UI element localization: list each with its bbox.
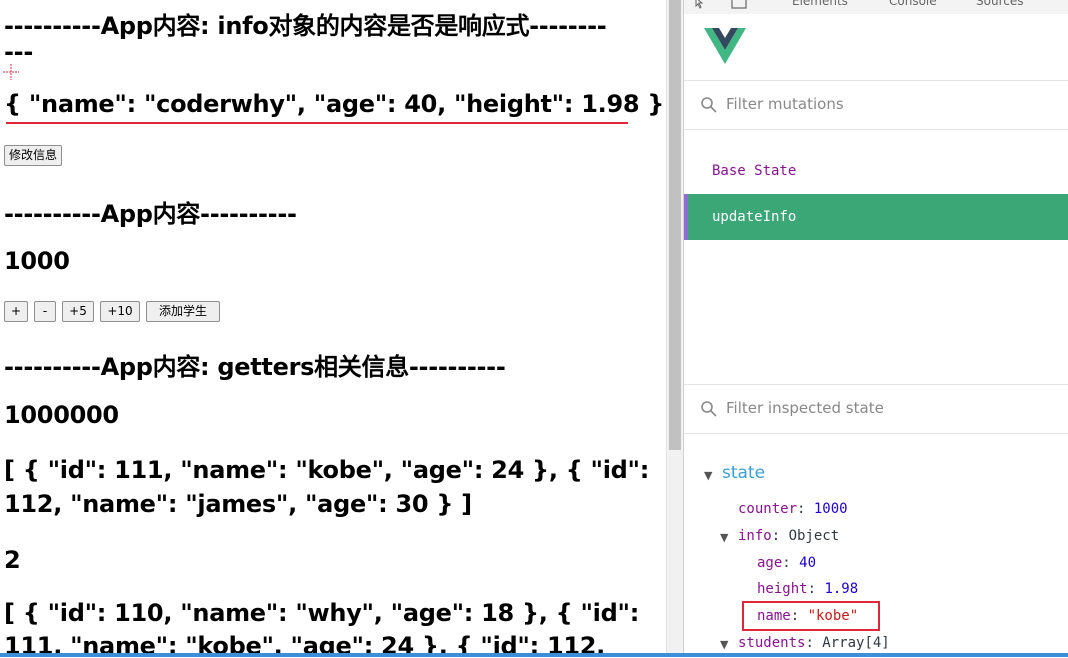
modify-info-button[interactable]: 修改信息	[4, 145, 63, 166]
page-scrollbar[interactable]	[666, 0, 683, 657]
search-icon	[701, 401, 717, 417]
state-counter-row[interactable]: counter: 1000	[738, 501, 848, 517]
counter-state-value: 1000	[813, 501, 848, 517]
app-page: ----------App内容: info对象的内容是否是响应式--------…	[0, 0, 666, 657]
height-state-value: 1.98	[824, 581, 859, 597]
filter-state-placeholder: Filter inspected state	[726, 399, 884, 417]
tab-elements[interactable]: Elements	[792, 0, 848, 8]
age-state-value: 40	[799, 555, 817, 571]
students-line1: [ { "id": 110, "name": "why", "age": 18 …	[4, 599, 639, 627]
filter-mutations-bar[interactable]: Filter mutations	[684, 81, 1068, 130]
device-toolbar-icon[interactable]	[730, 0, 748, 10]
add-student-button[interactable]: 添加学生	[146, 301, 220, 322]
info-heading-line2: ---	[4, 38, 33, 66]
state-collapse-arrow-icon[interactable]: ▼	[704, 469, 712, 482]
counter-value: 1000	[4, 247, 70, 275]
red-box-annotation	[742, 601, 880, 631]
state-info-age-row[interactable]: age: 40	[757, 555, 816, 571]
info-type: Object	[788, 528, 840, 544]
tab-sources[interactable]: Sources	[976, 0, 1023, 8]
devtools-tab-bar: Elements Console Sources	[684, 0, 1068, 15]
students-collapse-arrow-icon[interactable]: ▼	[720, 638, 728, 651]
tab-console[interactable]: Console	[889, 0, 937, 8]
inspect-element-icon[interactable]	[694, 0, 710, 10]
filter-state-bar[interactable]: Filter inspected state	[684, 385, 1068, 434]
getters-heading: ----------App内容: getters相关信息----------	[4, 353, 506, 381]
mutation-base-state[interactable]: Base State	[684, 148, 1068, 194]
red-underline-annotation	[6, 122, 628, 124]
students-over-20-line2: 112, "name": "james", "age": 30 } ]	[4, 490, 472, 518]
students-over-20-line1: [ { "id": 111, "name": "kobe", "age": 24…	[4, 456, 650, 484]
search-icon	[701, 97, 717, 113]
vue-devtools-header	[684, 14, 1068, 81]
info-collapse-arrow-icon[interactable]: ▼	[720, 531, 728, 544]
increment-button[interactable]: +	[4, 301, 28, 322]
info-heading-line1: ----------App内容: info对象的内容是否是响应式--------	[4, 12, 607, 40]
info-json: { "name": "coderwhy", "age": 40, "height…	[4, 90, 665, 118]
bottom-status-line	[0, 653, 1068, 657]
crosshair-cursor-icon	[3, 64, 19, 80]
state-root-label: state	[722, 463, 766, 483]
students-key: students	[738, 635, 806, 651]
state-info-row[interactable]: info: Object	[738, 528, 839, 544]
state-students-row[interactable]: students: Array[4]	[738, 635, 890, 651]
vue-logo-icon	[704, 28, 746, 64]
decrement-button[interactable]: -	[34, 301, 56, 322]
scrollbar-thumb[interactable]	[669, 0, 681, 450]
info-key: info	[738, 528, 772, 544]
mutation-update-info[interactable]: updateInfo	[684, 194, 1068, 240]
height-key: height	[757, 581, 808, 597]
add-ten-button[interactable]: +10	[100, 301, 140, 322]
filter-mutations-placeholder: Filter mutations	[726, 95, 844, 113]
age-key: age	[757, 555, 783, 571]
add-five-button[interactable]: +5	[62, 301, 94, 322]
state-info-height-row[interactable]: height: 1.98	[757, 581, 858, 597]
students-count: 2	[4, 546, 21, 574]
content-heading: ----------App内容----------	[4, 200, 297, 228]
counter-key: counter	[738, 501, 798, 517]
students-type: Array[4]	[822, 635, 890, 651]
devtools-panel: Elements Console Sources Filter mutation…	[683, 0, 1068, 657]
power-counter-value: 1000000	[4, 401, 119, 429]
